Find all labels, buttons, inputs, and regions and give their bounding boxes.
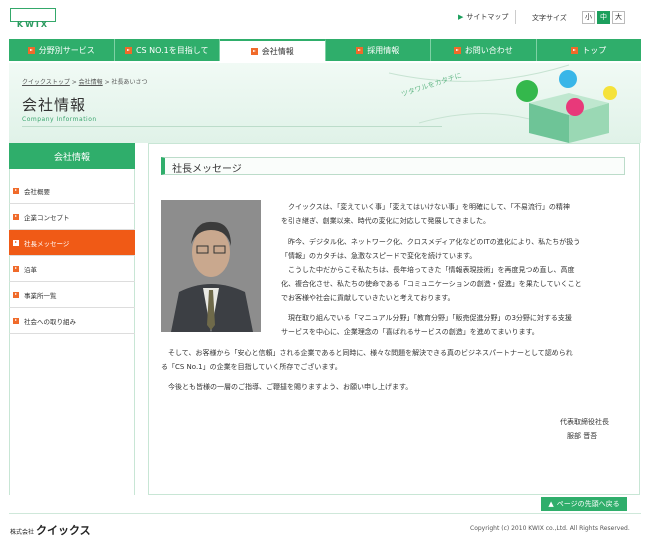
- footer-logo: 株式会社 クイックス: [10, 522, 91, 538]
- text-line: 昨今、デジタル化、ネットワーク化、クロスメディア化などのITの進化により、私たち…: [281, 238, 581, 246]
- page-subtitle: Company Information: [22, 116, 97, 123]
- arrow-right-icon: [571, 46, 579, 54]
- page-title: 会社情報: [22, 96, 87, 114]
- arrow-right-icon: [13, 239, 19, 246]
- sidebar-nav: 会社概要 企業コンセプト 社長メッセージ 沿革 事業所一覧 社会への取り組み: [9, 178, 135, 334]
- message-paragraph-1: クイックスは、「変えていく事」「変えてはいけない事」を明確にして、「不易流行」の…: [281, 200, 570, 228]
- arrow-right-icon: [27, 46, 35, 54]
- sidebar-item-label: 社会への取り組み: [24, 317, 76, 326]
- breadcrumb-link-company[interactable]: 会社情報: [79, 79, 103, 86]
- sidebar-item-label: 会社概要: [24, 187, 50, 196]
- portrait-illustration: [161, 200, 261, 332]
- pagetop-label: ページの先頭へ戻る: [556, 500, 620, 508]
- arrow-right-icon: [13, 317, 19, 324]
- arrow-right-icon: [250, 47, 258, 55]
- breadcrumb-link-top[interactable]: クイックストップ: [22, 79, 70, 86]
- sidebar-item-offices[interactable]: 事業所一覧: [9, 282, 135, 308]
- sidebar-item-csr[interactable]: 社会への取り組み: [9, 308, 135, 334]
- text-line: 化、複合化させ、私たちの使命である「コミュニケーションの創造・促進」を果たしてい…: [281, 280, 582, 288]
- arrow-right-icon: [13, 291, 19, 298]
- face-shape: [192, 227, 230, 277]
- sidebar-item-history[interactable]: 沿革: [9, 256, 135, 282]
- nav-item-label: 会社情報: [261, 46, 294, 56]
- arrow-right-icon: [13, 187, 19, 194]
- footer-logo-prefix: 株式会社: [10, 529, 35, 536]
- sidebar-title: 会社情報: [9, 143, 135, 169]
- header-divider: [515, 10, 516, 24]
- fontsize-medium-button[interactable]: 中: [597, 11, 610, 24]
- signature-name: 服部 晋吾: [567, 432, 598, 440]
- footer-logo-name: クイックス: [36, 524, 91, 537]
- nav-item-services[interactable]: 分野別サービス: [9, 39, 115, 61]
- message-paragraph-3: 現在取り組んでいる「マニュアル分野」「教育分野」「販売促進分野」の3分野に対する…: [281, 311, 572, 339]
- sidebar-item-concept[interactable]: 企業コンセプト: [9, 204, 135, 230]
- arrow-right-icon: [453, 46, 461, 54]
- copyright: Copyright (c) 2010 KWIX co.,Ltd. All Rig…: [470, 525, 630, 532]
- nav-item-top[interactable]: トップ: [537, 39, 642, 61]
- sidebar-item-overview[interactable]: 会社概要: [9, 178, 135, 204]
- nav-item-label: お問い合わせ: [464, 45, 513, 55]
- text-line: クイックスは、「変えていく事」「変えてはいけない事」を明確にして、「不易流行」の…: [281, 203, 570, 211]
- message-paragraph-5: 今後とも皆様の一層のご指導、ご鞭撻を賜りますよう、お願い申し上げます。: [161, 383, 413, 391]
- sidebar-item-label: 事業所一覧: [24, 291, 57, 300]
- sidebar-item-label: 沿革: [24, 265, 37, 274]
- arrow-right-icon: [356, 46, 364, 54]
- banner-decoration: [388, 64, 617, 143]
- message-paragraph-4: そして、お客様から「安心と信頼」される企業であると同時に、様々な問題を解決できる…: [161, 346, 573, 374]
- breadcrumb-current: 社長あいさつ: [111, 79, 148, 86]
- sidebar-item-label: 企業コンセプト: [24, 213, 70, 222]
- text-line: を引き継ぎ、創業以来、時代の変化に対応して発展してきました。: [281, 217, 491, 225]
- text-line: 「情報」のカタチは、急激なスピードで変化を続けています。: [281, 252, 477, 260]
- text-line: でお客様や社会に貢献していきたいと考えております。: [281, 294, 455, 302]
- nav-item-contact[interactable]: お問い合わせ: [431, 39, 537, 61]
- sitemap-link[interactable]: ▶ サイトマップ: [458, 12, 508, 22]
- yellow-ball-shape: [603, 86, 617, 100]
- nav-item-cs[interactable]: CS NO.1を目指して: [115, 39, 220, 61]
- arrow-right-icon: [13, 213, 19, 220]
- nav-item-label: 分野別サービス: [38, 45, 95, 55]
- section-title: 社長メッセージ: [172, 164, 242, 175]
- global-nav: 分野別サービス CS NO.1を目指して 会社情報 採用情報 お問い合わせ トッ…: [9, 39, 641, 61]
- green-ball-shape: [516, 80, 538, 102]
- nav-item-label: トップ: [582, 45, 607, 55]
- logo[interactable]: KWIX: [10, 20, 56, 29]
- fontsize-large-button[interactable]: 大: [612, 11, 625, 24]
- text-line: 現在取り組んでいる「マニュアル分野」「教育分野」「販売促進分野」の3分野に対する…: [281, 314, 572, 322]
- footer-divider: [9, 513, 641, 514]
- arrow-right-icon: ▶: [458, 13, 464, 21]
- blue-ball-shape: [559, 70, 577, 88]
- text-line: そして、お客様から「安心と信頼」される企業であると同時に、様々な問題を解決できる…: [161, 349, 573, 357]
- text-line: こうした中だからこそ私たちは、長年培ってきた「情報表現技術」を再度見つめ直し、高…: [281, 266, 575, 274]
- pagetop-button[interactable]: ▲ ページの先頭へ戻る: [541, 497, 627, 511]
- pink-ball-shape: [566, 98, 584, 116]
- banner-arc: [388, 64, 570, 82]
- fontsize-label: 文字サイズ: [532, 14, 567, 22]
- sidebar-item-message[interactable]: 社長メッセージ: [9, 230, 135, 256]
- arrow-up-icon: ▲: [548, 500, 554, 508]
- sidebar-item-label: 社長メッセージ: [24, 239, 70, 248]
- text-line: サービスを中心に、企業理念の「喜ばれるサービスの創造」を進めてまいります。: [281, 328, 539, 336]
- message-paragraph-2: 昨今、デジタル化、ネットワーク化、クロスメディア化などのITの進化により、私たち…: [281, 235, 582, 305]
- sitemap-label: サイトマップ: [466, 13, 509, 21]
- nav-item-label: CS NO.1を目指して: [135, 45, 209, 55]
- fontsize-small-button[interactable]: 小: [582, 11, 595, 24]
- signature-title: 代表取締役社長: [560, 418, 609, 426]
- banner-divider: [22, 126, 442, 127]
- arrow-right-icon: [124, 46, 132, 54]
- page-banner: [9, 63, 641, 143]
- breadcrumb: クイックストップ > 会社情報 > 社長あいさつ: [22, 79, 148, 86]
- text-line: る「CS No.1」の企業を目指していく所存でございます。: [161, 363, 342, 371]
- nav-item-company[interactable]: 会社情報: [220, 39, 326, 61]
- arrow-right-icon: [13, 265, 19, 272]
- president-photo: [161, 200, 261, 332]
- nav-item-label: 採用情報: [367, 45, 400, 55]
- nav-item-recruit[interactable]: 採用情報: [326, 39, 431, 61]
